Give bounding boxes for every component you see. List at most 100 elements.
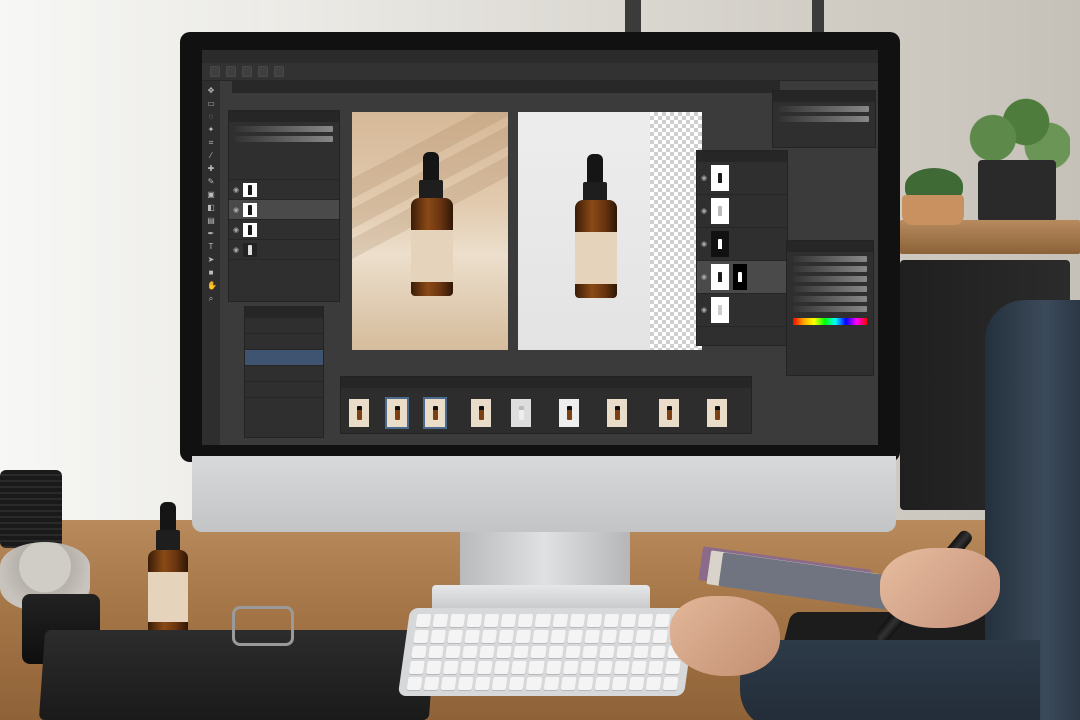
filmstrip-frame[interactable] bbox=[511, 399, 531, 427]
document-tab[interactable] bbox=[220, 81, 232, 93]
crop-tool-icon[interactable]: ⌗ bbox=[207, 139, 215, 147]
path-select-icon[interactable]: ➤ bbox=[207, 256, 215, 264]
marquee-tool-icon[interactable]: ▭ bbox=[207, 100, 215, 108]
layer-thumbnail bbox=[243, 242, 257, 257]
plant bbox=[960, 90, 1070, 170]
options-bar bbox=[202, 63, 878, 81]
history-row[interactable] bbox=[245, 382, 323, 398]
visibility-eye-icon[interactable]: ◉ bbox=[233, 206, 239, 214]
monitor-chin bbox=[192, 456, 896, 532]
layer-thumbnail bbox=[243, 182, 257, 197]
gradient-tool-icon[interactable]: ▤ bbox=[207, 217, 215, 225]
layer-row[interactable]: ◉ bbox=[229, 180, 339, 200]
channel-row[interactable]: ◉ bbox=[697, 228, 787, 261]
eraser-icon[interactable]: ◧ bbox=[207, 204, 215, 212]
panel-title bbox=[787, 241, 873, 252]
tools-panel: ✥ ▭ ◌ ✦ ⌗ ⁄ ✚ ✎ ▣ ◧ ▤ ✒ T ➤ ■ ✋ ⌕ bbox=[202, 81, 220, 445]
history-row[interactable] bbox=[245, 318, 323, 334]
filmstrip-frame[interactable] bbox=[385, 397, 409, 429]
filmstrip-frame[interactable] bbox=[423, 397, 447, 429]
adjustment-slider[interactable] bbox=[793, 296, 867, 302]
visibility-eye-icon[interactable]: ◉ bbox=[701, 306, 707, 314]
channel-thumbnail bbox=[711, 165, 729, 191]
option-button[interactable] bbox=[258, 66, 268, 77]
visibility-eye-icon[interactable]: ◉ bbox=[701, 174, 707, 182]
opacity-slider[interactable] bbox=[235, 126, 333, 132]
option-button[interactable] bbox=[274, 66, 284, 77]
history-row[interactable] bbox=[245, 334, 323, 350]
filmstrip-panel bbox=[340, 376, 752, 434]
history-row[interactable] bbox=[245, 366, 323, 382]
panel-title bbox=[697, 151, 787, 162]
adjustment-slider[interactable] bbox=[793, 266, 867, 272]
shape-tool-icon[interactable]: ■ bbox=[207, 269, 215, 277]
shelf bbox=[900, 220, 1080, 254]
layers-panel: ◉ ◉ ◉ ◉ bbox=[228, 110, 340, 302]
magic-wand-icon[interactable]: ✦ bbox=[207, 126, 215, 134]
visibility-eye-icon[interactable]: ◉ bbox=[233, 226, 239, 234]
stamp-tool-icon[interactable]: ▣ bbox=[207, 191, 215, 199]
visibility-eye-icon[interactable]: ◉ bbox=[701, 240, 707, 248]
visibility-eye-icon[interactable]: ◉ bbox=[233, 246, 239, 254]
editor-screen: ✥ ▭ ◌ ✦ ⌗ ⁄ ✚ ✎ ▣ ◧ ▤ ✒ T ➤ ■ ✋ ⌕ ◉ ◉ ◉ … bbox=[202, 50, 878, 445]
visibility-eye-icon[interactable]: ◉ bbox=[701, 207, 707, 215]
channel-thumbnail bbox=[711, 198, 729, 224]
adjustment-slider[interactable] bbox=[793, 306, 867, 312]
dropper-bottle bbox=[408, 152, 458, 302]
history-panel bbox=[244, 306, 324, 438]
channel-thumbnail bbox=[711, 297, 729, 323]
adjustment-slider[interactable] bbox=[793, 276, 867, 282]
layer-row[interactable]: ◉ bbox=[229, 220, 339, 240]
adjustments-panel bbox=[786, 240, 874, 376]
filmstrip-frame[interactable] bbox=[349, 399, 369, 427]
channel-thumbnail bbox=[711, 231, 729, 257]
healing-brush-icon[interactable]: ✚ bbox=[207, 165, 215, 173]
keyboard[interactable] bbox=[397, 608, 697, 696]
eyedropper-icon[interactable]: ⁄ bbox=[207, 152, 215, 160]
channel-row[interactable]: ◉ bbox=[697, 162, 787, 195]
hue-spectrum[interactable] bbox=[793, 318, 867, 325]
dropper-bottle bbox=[572, 154, 622, 304]
layer-thumbnail bbox=[243, 222, 257, 237]
type-tool-icon[interactable]: T bbox=[207, 243, 215, 251]
layer-thumbnail bbox=[243, 202, 257, 217]
brush-tool-icon[interactable]: ✎ bbox=[207, 178, 215, 186]
dropper-bottle bbox=[146, 502, 190, 634]
option-button[interactable] bbox=[242, 66, 252, 77]
option-button[interactable] bbox=[210, 66, 220, 77]
product-photo-original[interactable] bbox=[352, 112, 508, 350]
option-button[interactable] bbox=[226, 66, 236, 77]
filmstrip-frame[interactable] bbox=[607, 399, 627, 427]
camera-lens bbox=[0, 470, 62, 548]
property-control[interactable] bbox=[779, 106, 869, 112]
channel-row[interactable]: ◉ bbox=[697, 261, 787, 294]
layer-row[interactable]: ◉ bbox=[229, 200, 339, 220]
move-tool-icon[interactable]: ✥ bbox=[207, 87, 215, 95]
fill-slider[interactable] bbox=[235, 136, 333, 142]
channel-thumbnail bbox=[711, 264, 729, 290]
filmstrip-frame[interactable] bbox=[559, 399, 579, 427]
adjustment-slider[interactable] bbox=[793, 286, 867, 292]
adjustment-slider[interactable] bbox=[793, 256, 867, 262]
pen-tool-icon[interactable]: ✒ bbox=[207, 230, 215, 238]
channel-row[interactable]: ◉ bbox=[697, 195, 787, 228]
history-row[interactable] bbox=[245, 350, 323, 366]
panel-title bbox=[229, 111, 339, 122]
filmstrip-frame[interactable] bbox=[707, 399, 727, 427]
property-control[interactable] bbox=[779, 116, 869, 122]
visibility-eye-icon[interactable]: ◉ bbox=[233, 186, 239, 194]
filmstrip-frame[interactable] bbox=[471, 399, 491, 427]
person-hand bbox=[880, 548, 1000, 628]
channel-row[interactable]: ◉ bbox=[697, 294, 787, 327]
panel-title bbox=[245, 307, 323, 318]
channels-panel: ◉ ◉ ◉ ◉ ◉ bbox=[696, 150, 788, 346]
mask-thumbnail bbox=[733, 264, 747, 290]
visibility-eye-icon[interactable]: ◉ bbox=[701, 273, 707, 281]
menu-bar bbox=[202, 50, 878, 63]
lasso-tool-icon[interactable]: ◌ bbox=[207, 113, 215, 121]
person-hand bbox=[670, 596, 780, 676]
hand-tool-icon[interactable]: ✋ bbox=[207, 282, 217, 290]
layer-row[interactable]: ◉ bbox=[229, 240, 339, 260]
zoom-tool-icon[interactable]: ⌕ bbox=[207, 295, 215, 303]
filmstrip-frame[interactable] bbox=[659, 399, 679, 427]
